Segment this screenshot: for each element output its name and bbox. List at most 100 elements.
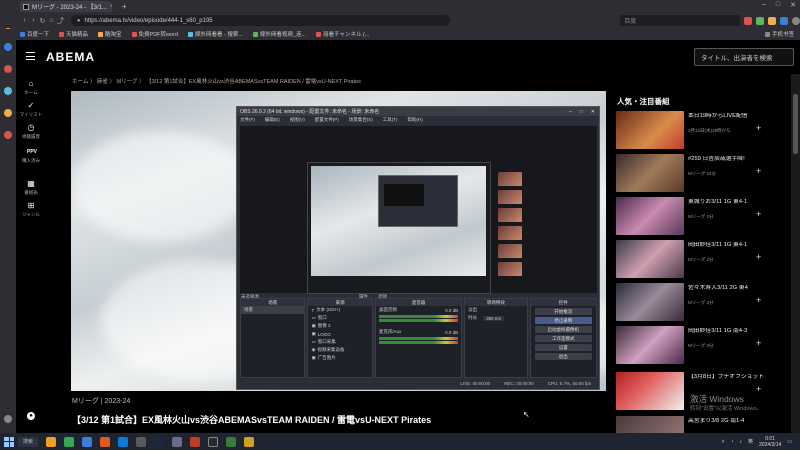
taskbar-search[interactable]: 搜索: [18, 436, 38, 447]
tab-active[interactable]: Mリーグ - 2023-24 - 【3/1... ×: [20, 1, 112, 12]
mobile-bookmarks[interactable]: 手机书签: [764, 30, 794, 38]
bookmark-item[interactable]: 酷淘宝: [98, 30, 122, 38]
add-mylist-icon[interactable]: +: [756, 338, 761, 348]
sidebar-item-mylist[interactable]: ✓ マイリスト: [16, 102, 46, 118]
breadcrumb[interactable]: ホーム 〉 麻雀 〉 Mリーグ 〉 【3/12 第1試合】EX風林火山vs渋谷A…: [72, 77, 361, 85]
chevron-up-icon[interactable]: ˄: [722, 439, 725, 445]
abema-logo[interactable]: ABEMA: [46, 50, 95, 64]
add-mylist-icon[interactable]: +: [756, 123, 761, 133]
scene-item[interactable]: 场景: [241, 306, 305, 314]
obs-menu-profile[interactable]: 配置文件(P): [315, 117, 339, 123]
app-icon[interactable]: [172, 436, 182, 447]
account-button[interactable]: ●: [16, 412, 46, 422]
sidebar-item-genre[interactable]: ⊞ ジャンル: [16, 202, 46, 218]
file-explorer-icon[interactable]: [46, 436, 56, 447]
exit-button[interactable]: 退出: [534, 353, 592, 360]
obs-menu-view[interactable]: 视图(V): [290, 117, 305, 123]
ranking-item[interactable]: #259 日吉辰哉選手降! Mリーグ 24分 +: [616, 154, 776, 192]
obs-icon[interactable]: [208, 436, 218, 447]
page-scrollbar[interactable]: [791, 74, 800, 433]
notification-icon[interactable]: ▭: [787, 439, 792, 445]
bookmark-item[interactable]: 丽看チャンネル (...: [316, 30, 369, 38]
obs-preview[interactable]: [240, 126, 597, 294]
close-window-icon[interactable]: ✕: [790, 1, 796, 9]
ime-indicator[interactable]: 英: [748, 438, 753, 445]
back-icon[interactable]: ‹: [20, 17, 29, 24]
add-mylist-icon[interactable]: +: [756, 384, 761, 394]
obs-menu-edit[interactable]: 编辑(E): [265, 117, 280, 123]
studio-mode-button[interactable]: 工作室模式: [534, 335, 592, 342]
sidebar-item-schedule[interactable]: ▦ 番組表: [16, 180, 46, 196]
duration-row[interactable]: 时长 300 ms: [465, 314, 526, 322]
transition-select[interactable]: 淡出: [465, 306, 526, 314]
windows-start-icon[interactable]: [4, 436, 14, 447]
firefox-icon[interactable]: [100, 436, 110, 447]
network-icon[interactable]: ◔: [730, 439, 733, 445]
mail-icon[interactable]: [4, 87, 12, 95]
extension-icon[interactable]: [780, 16, 788, 25]
obs-menu-file[interactable]: 文件(F): [240, 117, 255, 123]
obs-menu-tools[interactable]: 工具(T): [383, 117, 398, 123]
source-item[interactable]: ▭ 窗口采集: [308, 338, 371, 346]
browser-search-field[interactable]: 百度: [620, 15, 741, 26]
add-mylist-icon[interactable]: +: [756, 252, 761, 262]
game-icon[interactable]: [4, 109, 12, 117]
settings-button[interactable]: 设置: [534, 344, 592, 351]
shop-icon[interactable]: [4, 131, 12, 139]
source-item[interactable]: ▣ 图像 2: [308, 322, 371, 330]
virtual-camera-button[interactable]: 启动虚拟摄像机: [534, 326, 592, 333]
extension-icon[interactable]: [756, 16, 765, 25]
sidebar-item-home[interactable]: ⌂ ホーム: [16, 80, 46, 96]
home-icon[interactable]: ⌂: [47, 17, 56, 24]
add-mylist-icon[interactable]: +: [756, 295, 761, 305]
close-icon[interactable]: ✕: [591, 109, 595, 115]
bookmark-item[interactable]: 百度一下: [20, 30, 49, 38]
forward-icon[interactable]: ›: [29, 17, 38, 24]
favorites-icon[interactable]: [4, 43, 12, 51]
share-icon[interactable]: ⤴: [56, 16, 65, 26]
steam-icon[interactable]: [154, 436, 164, 447]
bookmark-item[interactable]: 免费PDF转word: [131, 30, 178, 38]
extension-icon[interactable]: [744, 16, 753, 25]
sidebar-item-purchased[interactable]: PPV 購入済み: [16, 148, 46, 164]
close-tab-icon[interactable]: ×: [110, 4, 112, 10]
obs-menu-help[interactable]: 帮助(H): [408, 117, 423, 123]
app-icon[interactable]: [244, 436, 254, 447]
bookmark-item[interactable]: 嫁外网看视频_连...: [252, 30, 306, 38]
url-field[interactable]: ● https://abema.tv/video/episode/444-1_s…: [70, 15, 451, 26]
minimize-icon[interactable]: –: [762, 1, 766, 9]
start-streaming-button[interactable]: 开始推流: [534, 308, 592, 315]
ranking-item[interactable]: 岡田紗佳3/11 1G 南4-3 Mリーグ 3分 +: [616, 326, 776, 364]
weibo-icon[interactable]: [4, 65, 12, 73]
hamburger-menu-icon[interactable]: [26, 52, 35, 60]
source-item[interactable]: ◉ 视频采集设备: [308, 346, 371, 354]
add-mylist-icon[interactable]: +: [756, 209, 761, 219]
volume-icon[interactable]: ♪: [740, 439, 743, 445]
abema-search-input[interactable]: タイトル、出演者を検索: [694, 48, 794, 66]
add-icon[interactable]: [4, 415, 12, 423]
clock[interactable]: 0:01 2024/3/14: [759, 436, 781, 448]
bookmark-item[interactable]: 嫁外网看看 - 搜索...: [187, 30, 243, 38]
new-tab-button[interactable]: +: [122, 2, 127, 11]
chrome-icon[interactable]: [64, 436, 74, 447]
source-item[interactable]: ▣ LOGO: [308, 330, 371, 338]
reload-icon[interactable]: ↻: [38, 17, 47, 25]
app-icon[interactable]: [190, 436, 200, 447]
ranking-item[interactable]: 佐々木寿人3/11 2G 東4 Mリーグ 3分 +: [616, 283, 776, 321]
ranking-item[interactable]: 本日19時からLIVE配信 3月14日(木)19時から +: [616, 111, 776, 149]
obs-menu-scenes[interactable]: 场景集合(S): [349, 117, 373, 123]
sidebar-item-history[interactable]: ◷ 視聴履歴: [16, 124, 46, 140]
browser-app-icon[interactable]: [118, 436, 128, 447]
ranking-item[interactable]: 高宮まり3/8 2G 南1-4: [616, 416, 776, 433]
profile-icon[interactable]: [792, 16, 800, 25]
source-item[interactable]: T 文本 (GDI+): [308, 306, 371, 314]
maximize-icon[interactable]: □: [776, 1, 780, 9]
bookmark-item[interactable]: 天猫精品: [59, 30, 88, 38]
minimize-icon[interactable]: –: [569, 109, 572, 115]
app-icon[interactable]: [226, 436, 236, 447]
ranking-item[interactable]: 岡田紗佳3/11 1G 東4-1 Mリーグ 2分 +: [616, 240, 776, 278]
source-item[interactable]: ▭ 窗口: [308, 314, 371, 322]
ranking-item[interactable]: 東城りお3/11 1G 東4-1 Mリーグ 2分 +: [616, 197, 776, 235]
settings-icon[interactable]: [136, 436, 146, 447]
extension-icon[interactable]: [768, 16, 777, 25]
